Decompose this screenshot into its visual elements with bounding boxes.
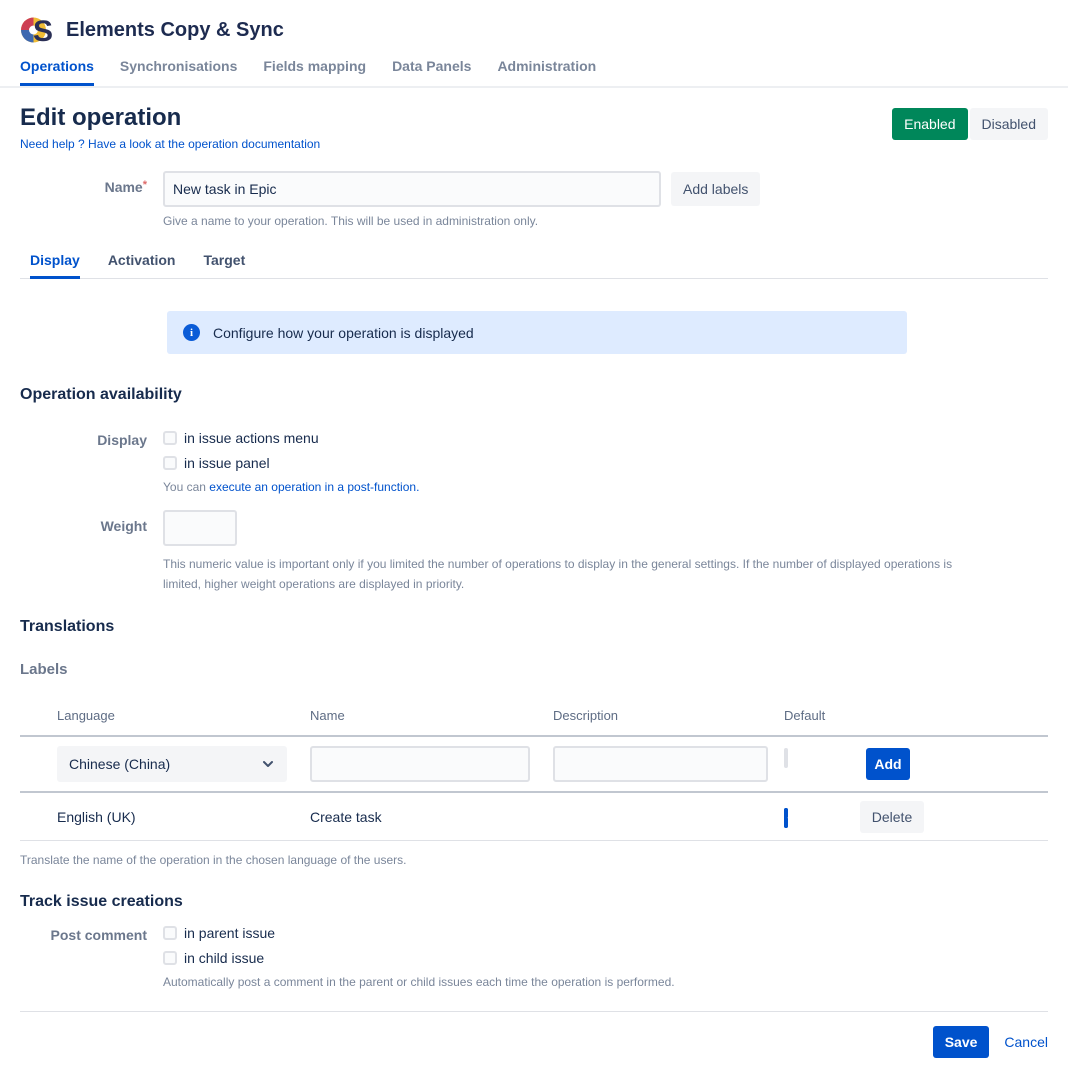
translation-row-english-uk: English (UK) Create task Delete — [20, 793, 1048, 841]
add-translation-row: Chinese (China) Add — [20, 737, 1048, 793]
main-content: Edit operation Need help ? Have a look a… — [0, 104, 1068, 1076]
nav-data-panels[interactable]: Data Panels — [392, 58, 471, 86]
checkbox-in-child-issue[interactable] — [163, 951, 177, 965]
required-asterisk: * — [143, 179, 147, 191]
post-function-link[interactable]: execute an operation in a post-function. — [209, 480, 419, 494]
nav-fields-mapping[interactable]: Fields mapping — [263, 58, 366, 86]
translations-helper-text: Translate the name of the operation in t… — [20, 853, 1048, 867]
checkbox-label: in child issue — [184, 950, 264, 966]
weight-input[interactable] — [163, 510, 237, 546]
post-function-helper: You can execute an operation in a post-f… — [163, 480, 419, 494]
labels-subheading: Labels — [20, 661, 1048, 678]
column-name: Name — [310, 698, 553, 735]
tab-display[interactable]: Display — [30, 252, 80, 279]
chevron-down-icon — [261, 757, 275, 771]
save-button[interactable]: Save — [933, 1026, 990, 1058]
header-spacer — [860, 706, 1048, 728]
info-icon: i — [183, 324, 200, 341]
enabled-button[interactable]: Enabled — [892, 108, 967, 140]
info-banner-text: Configure how your operation is displaye… — [213, 325, 474, 341]
weight-helper-text: This numeric value is important only if … — [163, 554, 975, 594]
name-label: Name* — [20, 171, 147, 195]
column-default: Default — [784, 698, 860, 735]
default-checkbox-new[interactable] — [784, 748, 788, 768]
tab-target[interactable]: Target — [204, 252, 246, 279]
checkbox-in-issue-actions-menu[interactable] — [163, 431, 177, 445]
column-description: Description — [553, 698, 784, 735]
default-checkbox-english-uk[interactable] — [784, 808, 788, 828]
display-label: Display — [20, 430, 147, 448]
help-documentation-link[interactable]: Need help ? Have a look at the operation… — [20, 137, 320, 151]
add-labels-button[interactable]: Add labels — [671, 172, 760, 206]
post-comment-helper-text: Automatically post a comment in the pare… — [163, 975, 675, 989]
language-select[interactable]: Chinese (China) — [57, 746, 287, 782]
section-track-issue-creations: Track issue creations — [20, 893, 1048, 911]
labels-table-header: Language Name Description Default — [20, 698, 1048, 737]
labels-table: Language Name Description Default Chines… — [20, 698, 1048, 841]
app-title: Elements Copy & Sync — [66, 19, 284, 42]
name-input[interactable] — [163, 171, 661, 207]
nav-operations[interactable]: Operations — [20, 58, 94, 86]
column-language: Language — [57, 698, 310, 735]
language-select-value: Chinese (China) — [69, 756, 170, 772]
checkbox-row-issue-actions-menu: in issue actions menu — [163, 430, 419, 446]
translation-name: Create task — [310, 809, 553, 825]
checkbox-label: in parent issue — [184, 925, 275, 941]
checkbox-row-parent-issue: in parent issue — [163, 925, 675, 941]
checkbox-label: in issue actions menu — [184, 430, 319, 446]
section-operation-availability: Operation availability — [20, 386, 1048, 404]
translation-name-input[interactable] — [310, 746, 530, 782]
disabled-button[interactable]: Disabled — [970, 108, 1048, 140]
app-header: S Elements Copy & Sync Operations Synchr… — [0, 0, 1068, 88]
app-logo-icon: S — [20, 13, 54, 47]
post-comment-label: Post comment — [20, 925, 147, 943]
delete-translation-button[interactable]: Delete — [860, 801, 924, 833]
checkbox-row-child-issue: in child issue — [163, 950, 675, 966]
weight-label: Weight — [20, 510, 147, 534]
section-translations: Translations — [20, 618, 1048, 636]
operation-tabs: Display Activation Target — [20, 252, 1048, 279]
name-helper-text: Give a name to your operation. This will… — [163, 214, 1048, 228]
status-toggle: Enabled Disabled — [892, 108, 1048, 140]
nav-administration[interactable]: Administration — [497, 58, 596, 86]
cancel-link[interactable]: Cancel — [1004, 1034, 1048, 1050]
top-nav: Operations Synchronisations Fields mappi… — [20, 58, 1048, 86]
nav-synchronisations[interactable]: Synchronisations — [120, 58, 237, 86]
checkbox-in-parent-issue[interactable] — [163, 926, 177, 940]
translation-description-input[interactable] — [553, 746, 768, 782]
page-title: Edit operation — [20, 104, 320, 132]
checkbox-row-issue-panel: in issue panel — [163, 455, 419, 471]
info-banner: i Configure how your operation is displa… — [167, 311, 907, 354]
add-translation-button[interactable]: Add — [866, 748, 910, 780]
translation-language: English (UK) — [57, 809, 310, 825]
checkbox-label: in issue panel — [184, 455, 270, 471]
svg-text:S: S — [33, 15, 53, 47]
checkbox-in-issue-panel[interactable] — [163, 456, 177, 470]
form-footer: Save Cancel — [20, 1011, 1048, 1076]
tab-activation[interactable]: Activation — [108, 252, 176, 279]
header-spacer — [20, 706, 57, 728]
